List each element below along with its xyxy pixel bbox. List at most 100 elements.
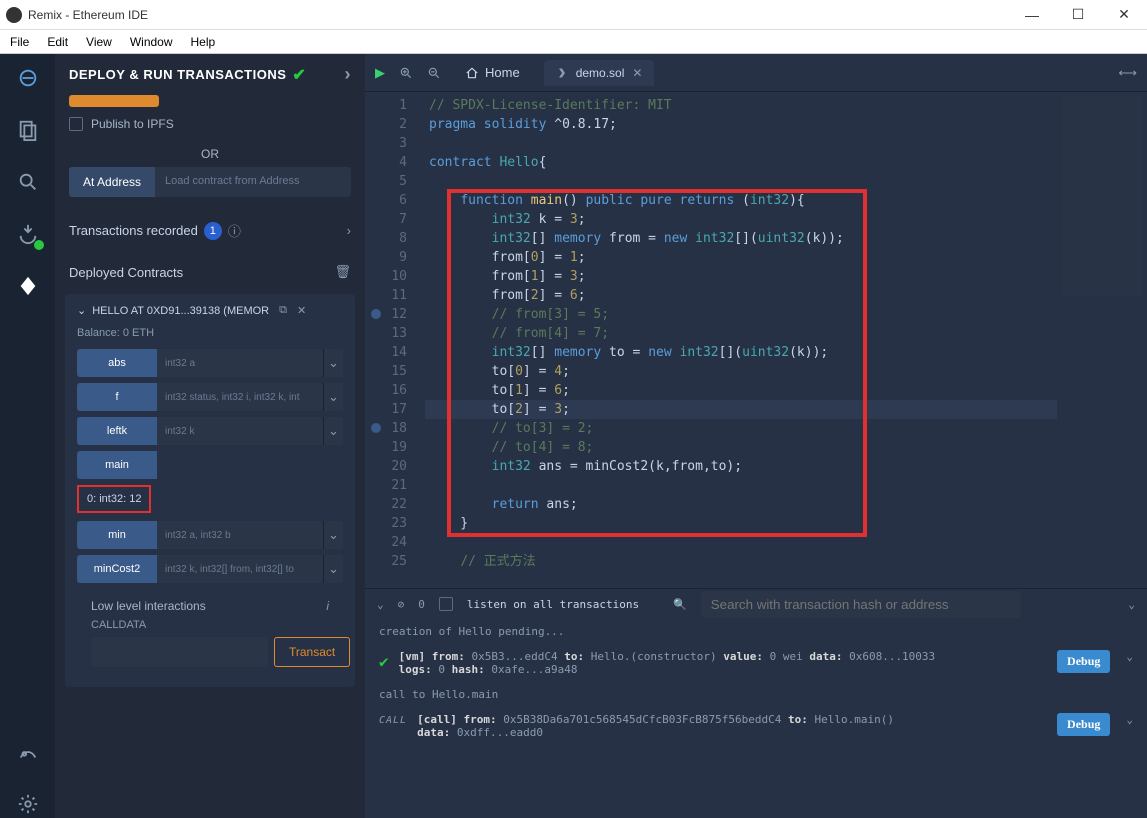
transact-button[interactable]: Transact xyxy=(274,637,350,667)
menu-window[interactable]: Window xyxy=(130,35,173,49)
chevron-right-icon[interactable]: › xyxy=(345,64,352,85)
file-tab[interactable]: demo.sol ✕ xyxy=(544,60,655,86)
trash-icon[interactable]: 🗑 xyxy=(334,264,351,280)
function-row-main: main xyxy=(77,451,343,479)
tx-recorded-label: Transactions recorded xyxy=(69,223,198,238)
chevron-down-icon[interactable]: ⌄ xyxy=(1126,650,1133,663)
tab-label: demo.sol xyxy=(576,66,625,80)
zoom-out-icon[interactable] xyxy=(427,66,441,80)
info-icon[interactable]: i xyxy=(326,599,329,613)
menubar: File Edit View Window Help xyxy=(0,30,1147,54)
function-row-f: fint32 status, int32 i, int32 k, int⌄ xyxy=(77,383,343,411)
deploy-icon[interactable] xyxy=(14,272,42,300)
publish-checkbox[interactable] xyxy=(69,117,83,131)
chevron-right-icon[interactable]: › xyxy=(347,223,351,238)
function-row-minCost2: minCost2int32 k, int32[] from, int32[] t… xyxy=(77,555,343,583)
search-icon[interactable] xyxy=(14,168,42,196)
calldata-label: CALLDATA xyxy=(77,619,343,637)
expand-icon[interactable]: ⟷ xyxy=(1118,65,1137,81)
terminal-entry[interactable]: CALL [call] from: 0x5B38Da6a701c568545dC… xyxy=(379,713,1133,739)
chevron-down-icon[interactable]: ⌄ xyxy=(377,598,384,611)
function-args-input[interactable]: int32 status, int32 i, int32 k, int xyxy=(157,383,323,411)
listen-checkbox[interactable] xyxy=(439,597,453,611)
publish-label: Publish to IPFS xyxy=(91,117,174,131)
check-icon: ✔ xyxy=(292,65,306,85)
function-button[interactable]: leftk xyxy=(77,417,157,445)
editor-toolbar: ▶ Home demo.sol ✕ ⟷ xyxy=(365,54,1147,92)
titlebar: Remix - Ethereum IDE — ☐ ✕ xyxy=(0,0,1147,30)
low-level-label: Low level interactions xyxy=(91,599,206,613)
listen-label: listen on all transactions xyxy=(467,598,639,611)
app-icon xyxy=(6,7,22,23)
clear-icon[interactable]: ⊘ xyxy=(398,598,405,611)
chevron-down-icon[interactable]: ⌄ xyxy=(323,555,343,583)
contract-name: HELLO AT 0XD91...39138 (MEMOR xyxy=(92,305,269,317)
gear-icon[interactable] xyxy=(14,790,42,818)
deployed-label: Deployed Contracts xyxy=(69,265,183,280)
minimize-button[interactable]: — xyxy=(1009,0,1055,30)
copy-icon[interactable]: ⧉ xyxy=(279,304,287,317)
calldata-input[interactable] xyxy=(91,637,268,667)
editor-area: ▶ Home demo.sol ✕ ⟷ 12345678910111213141… xyxy=(365,54,1147,818)
function-button[interactable]: min xyxy=(77,521,157,549)
chevron-down-icon[interactable]: ⌄ xyxy=(1126,713,1133,726)
compiler-icon[interactable] xyxy=(14,220,42,248)
chevron-down-icon[interactable]: ⌄ xyxy=(323,349,343,377)
deploy-panel: DEPLOY & RUN TRANSACTIONS ✔ › Publish to… xyxy=(55,54,365,818)
close-tab-icon[interactable]: ✕ xyxy=(632,66,642,80)
function-button[interactable]: main xyxy=(77,451,157,479)
minimap[interactable] xyxy=(1057,92,1147,588)
zoom-in-icon[interactable] xyxy=(399,66,413,80)
icon-sidebar xyxy=(0,54,55,818)
tx-count-badge: 1 xyxy=(204,222,222,240)
line-gutter[interactable]: 1234567891011121314151617181920212223242… xyxy=(365,92,425,588)
file-explorer-icon[interactable] xyxy=(14,116,42,144)
menu-edit[interactable]: Edit xyxy=(47,35,68,49)
chevron-down-icon[interactable]: ⌄ xyxy=(1128,598,1135,611)
or-label: OR xyxy=(55,147,365,161)
terminal-entry[interactable]: ✔ [vm] from: 0x5B3...eddC4 to: Hello.(co… xyxy=(379,650,1133,676)
function-row-min: minint32 a, int32 b⌄ xyxy=(77,521,343,549)
terminal-search-input[interactable] xyxy=(701,591,1021,618)
progress-bar xyxy=(69,95,159,107)
call-icon: CALL xyxy=(379,715,407,726)
search-icon[interactable]: 🔍 xyxy=(673,598,687,611)
address-input[interactable]: Load contract from Address xyxy=(155,167,351,197)
chevron-down-icon[interactable]: ⌄ xyxy=(323,383,343,411)
play-icon[interactable]: ▶ xyxy=(375,65,385,81)
main-result: 0: int32: 12 xyxy=(77,485,151,513)
function-args-input[interactable]: int32 a xyxy=(157,349,323,377)
terminal-line: call to Hello.main xyxy=(379,688,1133,701)
chevron-down-icon[interactable]: ⌄ xyxy=(323,521,343,549)
close-icon[interactable]: ✕ xyxy=(297,304,306,317)
info-icon[interactable]: ⓘ xyxy=(228,221,241,240)
function-button[interactable]: abs xyxy=(77,349,157,377)
function-args-input[interactable]: int32 k, int32[] from, int32[] to xyxy=(157,555,323,583)
contract-card: ⌄ HELLO AT 0XD91...39138 (MEMOR ⧉ ✕ Bala… xyxy=(65,294,355,687)
menu-view[interactable]: View xyxy=(86,35,112,49)
function-row-leftk: leftkint32 k⌄ xyxy=(77,417,343,445)
panel-title: DEPLOY & RUN TRANSACTIONS xyxy=(69,67,286,82)
debug-button[interactable]: Debug xyxy=(1057,650,1110,673)
code-editor[interactable]: // SPDX-License-Identifier: MITpragma so… xyxy=(425,92,1057,588)
chevron-down-icon[interactable]: ⌄ xyxy=(323,417,343,445)
terminal: ⌄ ⊘ 0 listen on all transactions 🔍 ⌄ cre… xyxy=(365,588,1147,818)
menu-file[interactable]: File xyxy=(10,35,29,49)
debug-button[interactable]: Debug xyxy=(1057,713,1110,736)
maximize-button[interactable]: ☐ xyxy=(1055,0,1101,30)
function-button[interactable]: minCost2 xyxy=(77,555,157,583)
terminal-line: creation of Hello pending... xyxy=(379,625,1133,638)
settings-icon[interactable] xyxy=(14,738,42,766)
remix-logo-icon[interactable] xyxy=(14,64,42,92)
close-button[interactable]: ✕ xyxy=(1101,0,1147,30)
at-address-button[interactable]: At Address xyxy=(69,167,155,197)
function-args-input[interactable]: int32 a, int32 b xyxy=(157,521,323,549)
balance-label: Balance: 0 ETH xyxy=(77,327,343,339)
function-args-input[interactable]: int32 k xyxy=(157,417,323,445)
check-icon: ✔ xyxy=(379,652,389,671)
function-button[interactable]: f xyxy=(77,383,157,411)
menu-help[interactable]: Help xyxy=(191,35,216,49)
chevron-down-icon[interactable]: ⌄ xyxy=(77,304,86,317)
function-row-abs: absint32 a⌄ xyxy=(77,349,343,377)
home-tab[interactable]: Home xyxy=(455,65,530,80)
